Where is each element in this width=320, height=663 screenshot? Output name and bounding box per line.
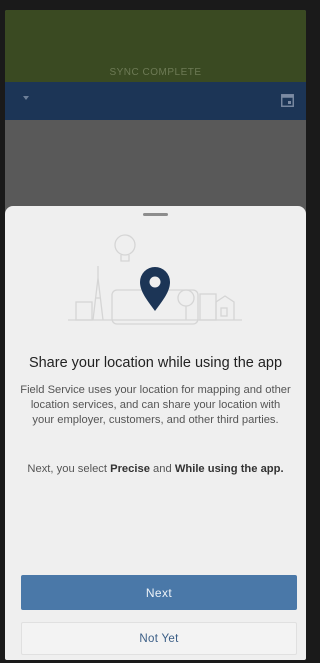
- not-yet-button[interactable]: Not Yet: [21, 622, 297, 655]
- location-permission-sheet: Share your location while using the app …: [5, 206, 306, 660]
- next-and: and: [149, 463, 175, 475]
- sync-status-text: SYNC COMPLETE: [109, 67, 202, 78]
- drag-handle[interactable]: [143, 213, 168, 216]
- next-prefix: Next, you select: [27, 463, 111, 475]
- location-pin-icon: [140, 267, 170, 311]
- location-illustration: [68, 234, 242, 325]
- while-using-option: While using the app.: [174, 463, 284, 475]
- dimmed-background: [5, 120, 306, 216]
- precise-option: Precise: [110, 463, 150, 475]
- dialog-next-instruction: Next, you select Precise and While using…: [19, 462, 292, 477]
- dialog-body: Field Service uses your location for map…: [20, 384, 291, 426]
- dialog-title: Share your location while using the app: [28, 355, 283, 371]
- sync-status-bar: SYNC COMPLETE: [5, 10, 306, 82]
- calendar-icon[interactable]: [281, 93, 294, 107]
- caret-down-icon[interactable]: [23, 96, 29, 100]
- top-nav-bar: [5, 82, 306, 120]
- next-button[interactable]: Next: [21, 575, 297, 610]
- phone-screen: SYNC COMPLETE Share your location while …: [5, 10, 306, 660]
